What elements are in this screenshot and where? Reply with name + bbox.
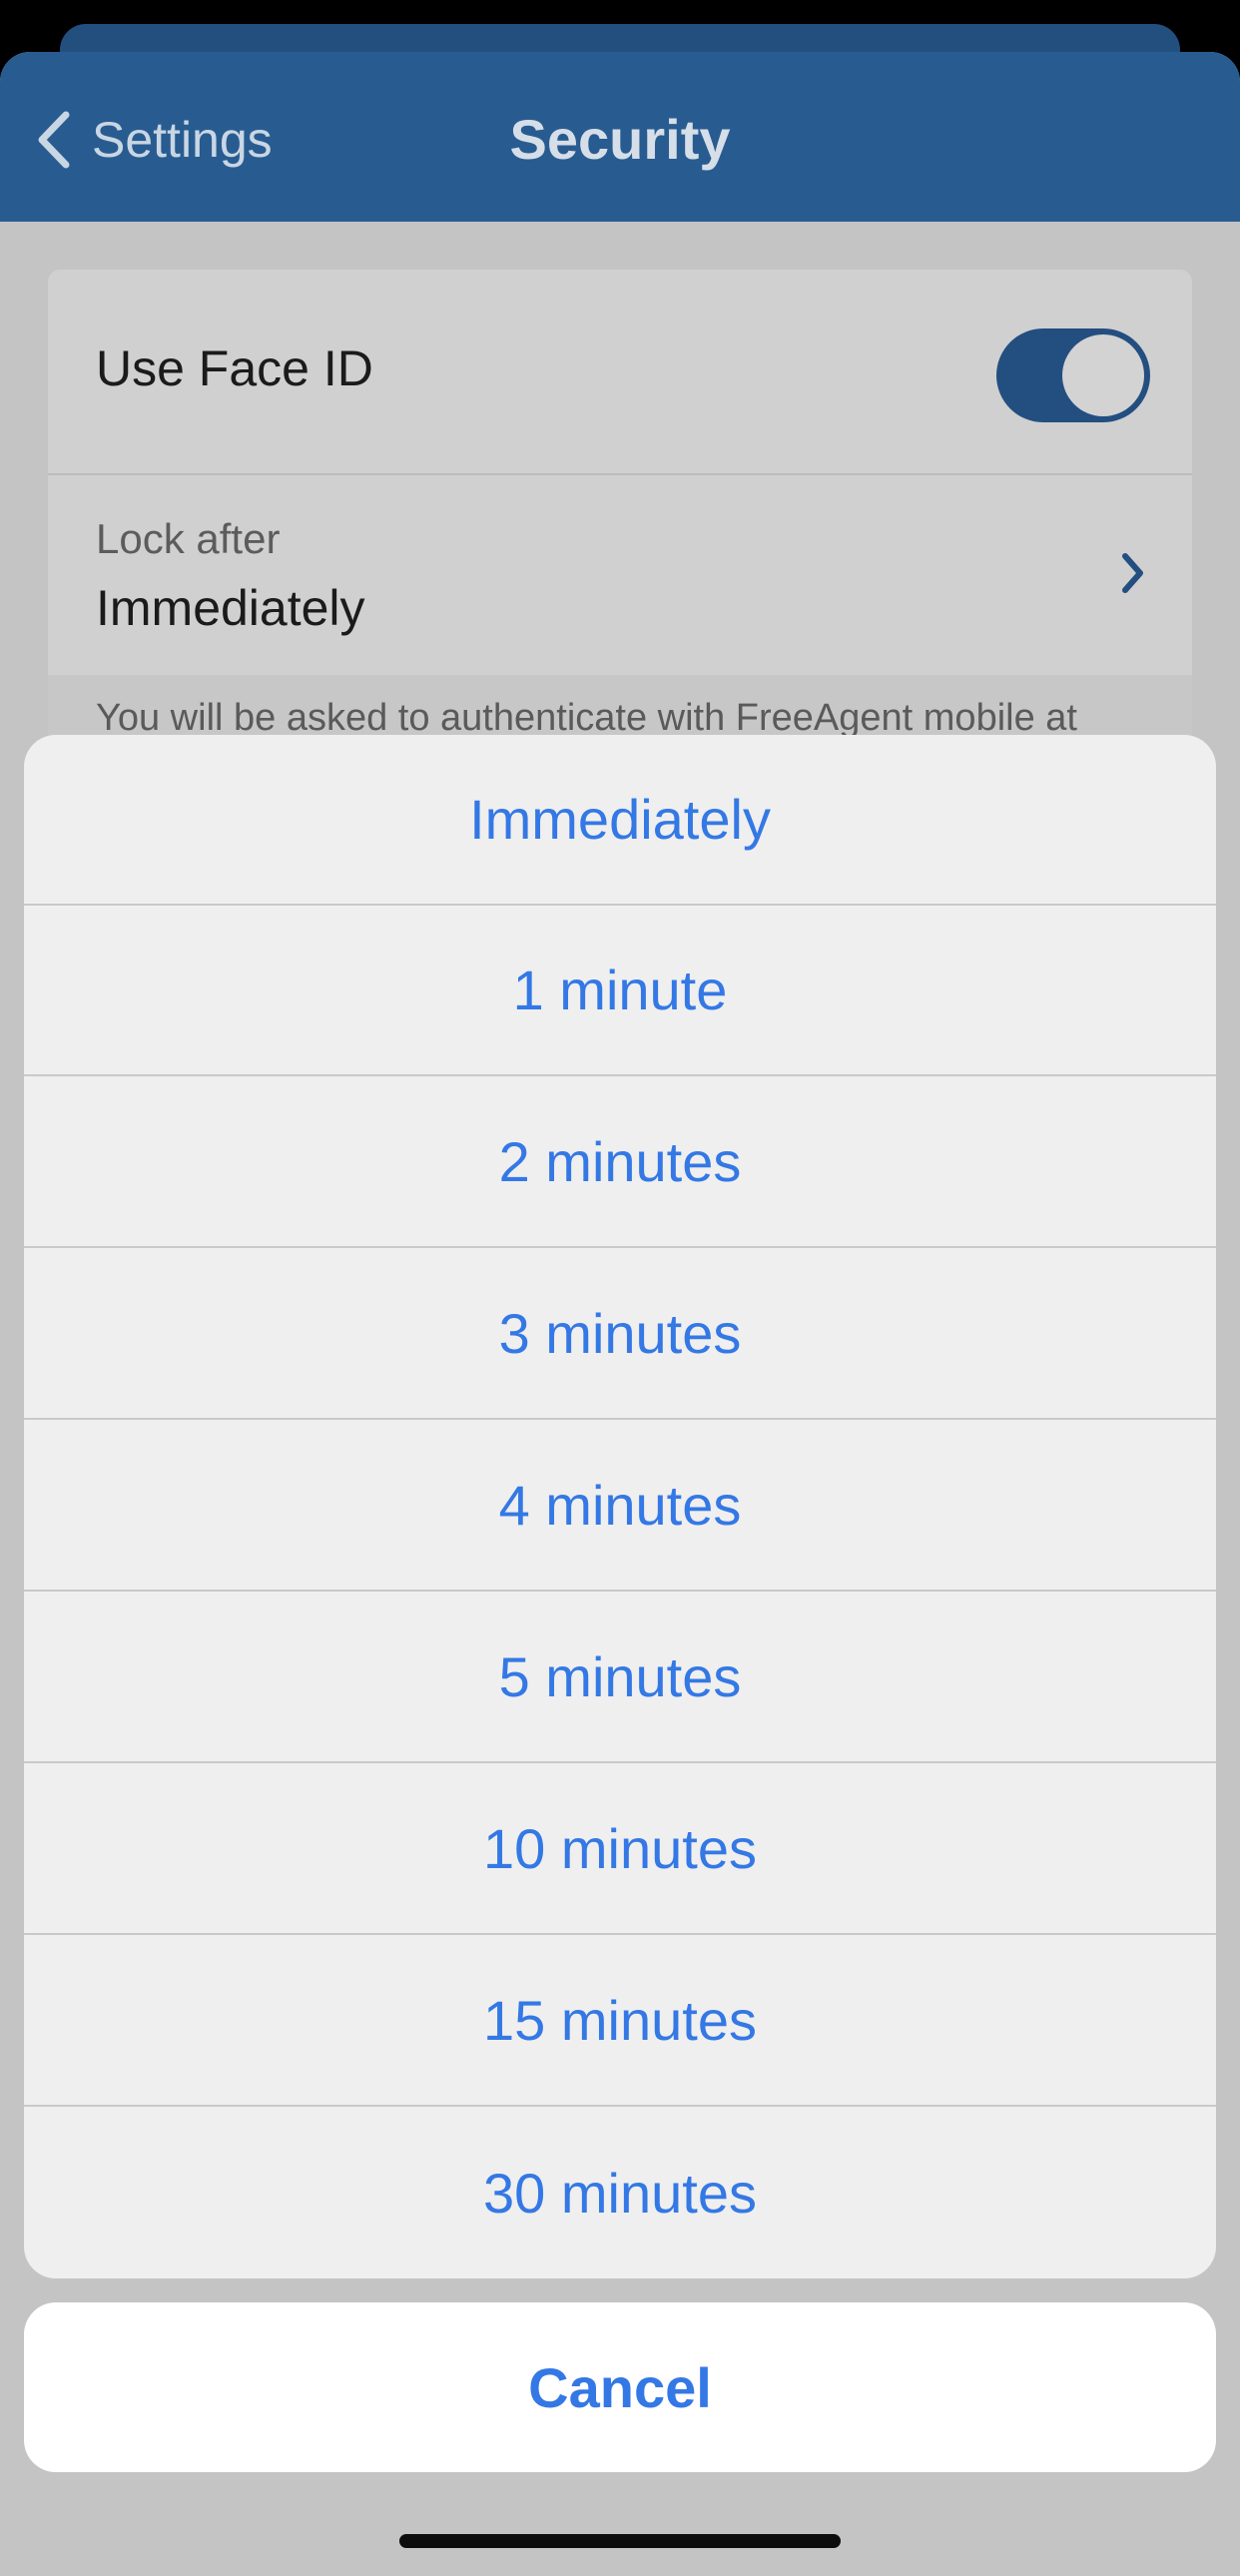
face-id-toggle[interactable] <box>996 328 1150 422</box>
face-id-row: Use Face ID <box>48 270 1192 475</box>
security-settings-group: Use Face ID Lock after Immediately You w… <box>48 270 1192 789</box>
option-30-minutes[interactable]: 30 minutes <box>24 2108 1216 2278</box>
option-1-minute[interactable]: 1 minute <box>24 906 1216 1076</box>
option-3-minutes[interactable]: 3 minutes <box>24 1249 1216 1420</box>
option-4-minutes[interactable]: 4 minutes <box>24 1421 1216 1592</box>
page-title: Security <box>509 108 731 171</box>
navigation-bar: Settings Security <box>0 52 1240 222</box>
cancel-button[interactable]: Cancel <box>24 2302 1216 2472</box>
option-2-minutes[interactable]: 2 minutes <box>24 1077 1216 1248</box>
lock-after-action-sheet: Immediately 1 minute 2 minutes 3 minutes… <box>24 735 1216 2278</box>
option-immediately[interactable]: Immediately <box>24 735 1216 906</box>
chevron-right-icon <box>1120 551 1146 600</box>
lock-after-caption: Lock after <box>96 515 281 562</box>
lock-after-row[interactable]: Lock after Immediately <box>48 475 1192 675</box>
face-id-label: Use Face ID <box>96 340 373 396</box>
toggle-knob <box>1062 334 1144 416</box>
option-5-minutes[interactable]: 5 minutes <box>24 1593 1216 1763</box>
option-10-minutes[interactable]: 10 minutes <box>24 1764 1216 1935</box>
home-indicator[interactable] <box>399 2534 841 2548</box>
lock-after-value: Immediately <box>96 580 365 636</box>
footnote-text: You will be asked to authenticate with F… <box>96 697 1077 739</box>
option-15-minutes[interactable]: 15 minutes <box>24 1936 1216 2107</box>
